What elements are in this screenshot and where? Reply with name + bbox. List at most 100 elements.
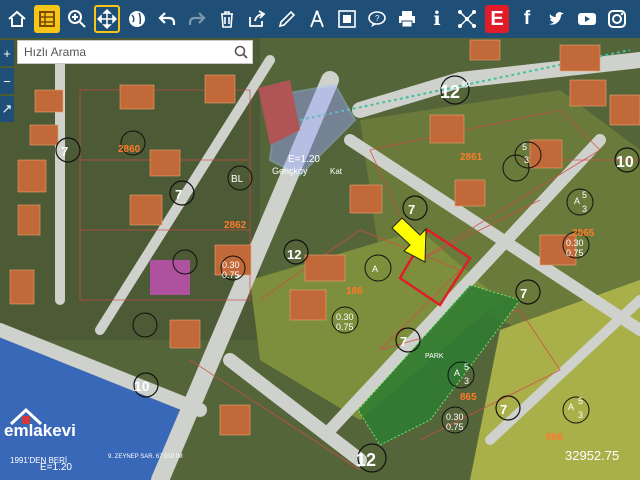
fullscreen-icon	[338, 10, 356, 28]
share-icon	[249, 10, 266, 27]
redo-button[interactable]	[182, 2, 212, 36]
zoning-five-1: 5	[522, 142, 527, 152]
layers-grid-icon	[39, 11, 55, 27]
road-name-label: 9. ZEYNEP SAR. 67.010 İM	[108, 454, 183, 460]
info-button[interactable]: i	[422, 2, 452, 36]
zoning-five-4: 5	[582, 190, 587, 200]
kat-label: Kat	[330, 167, 343, 176]
quick-search-box	[17, 40, 253, 64]
genckoy-label: Gençköy	[272, 166, 308, 176]
zoning-ratio-b-2: 0.75	[336, 322, 354, 332]
network-icon	[458, 10, 476, 28]
zoning-five-3: 5	[464, 362, 469, 372]
road-label-suffix: 00	[462, 81, 470, 88]
coordinate-readout: 32952.75	[565, 448, 620, 463]
e-devlet-button[interactable]: E	[485, 5, 509, 33]
road-label-7-b: 7	[520, 286, 527, 301]
zoom-in-icon	[68, 10, 86, 28]
road-label-10-left: 10	[134, 378, 150, 394]
road-label-12-mid: 12	[287, 247, 301, 262]
instagram-button[interactable]	[602, 2, 632, 36]
zoning-ratio-b-1: 0.75	[566, 248, 584, 258]
parcel-label-2860: 2860	[118, 144, 141, 155]
redo-icon	[188, 12, 206, 25]
home-button[interactable]	[2, 2, 32, 36]
parcel-label-865: 865	[460, 392, 477, 403]
road-label-7-e: 7	[175, 187, 182, 202]
info-icon: i	[433, 8, 441, 30]
parcel-label-866: 866	[546, 432, 563, 443]
globe-button[interactable]	[122, 2, 152, 36]
parcel-label-186: 186	[346, 286, 363, 297]
park-label: PARK	[425, 353, 444, 360]
zoning-bl: BL	[231, 174, 244, 185]
zoning-ratio-a-1: 0.30	[566, 238, 584, 248]
zoning-three-2: 3	[578, 410, 583, 420]
parcel-label-2861: 2861	[460, 152, 483, 163]
youtube-icon	[578, 13, 596, 25]
facebook-icon: f	[523, 8, 531, 29]
e-devlet-icon: E	[490, 7, 504, 30]
compass-measure-icon	[310, 10, 324, 28]
toolbar: ? i E f	[0, 0, 640, 38]
zoning-a-2: A	[568, 402, 574, 412]
comment-icon: ?	[368, 11, 386, 27]
parcel-label-2862: 2862	[224, 220, 247, 231]
facebook-button[interactable]: f	[512, 2, 542, 36]
svg-text:?: ?	[375, 14, 380, 23]
quick-search-input[interactable]	[18, 44, 230, 60]
youtube-button[interactable]	[572, 2, 602, 36]
undo-icon	[158, 12, 176, 25]
trash-icon	[221, 11, 233, 28]
pencil-icon	[278, 10, 296, 28]
measure-button[interactable]	[302, 2, 332, 36]
zoning-ratio-a-2: 0.30	[336, 312, 354, 322]
zoning-a-1: A	[372, 264, 378, 274]
zoom-in-side-button[interactable]: +	[0, 40, 14, 66]
zoning-e-ratio: E=1.20	[288, 154, 320, 165]
layers-button[interactable]	[34, 5, 60, 33]
brand-logo: emlakevi 1991'DEN BERİ	[0, 406, 120, 468]
search-icon[interactable]	[230, 45, 252, 59]
comment-button[interactable]: ?	[362, 2, 392, 36]
road-label-7-f: 7	[61, 144, 68, 159]
zoning-five-2: 5	[578, 396, 583, 406]
road-label-10-right: 10	[616, 154, 634, 171]
twitter-button[interactable]	[542, 2, 572, 36]
zoning-three-4: 3	[582, 204, 587, 214]
logo-brand-text: emlakevi	[4, 421, 76, 440]
instagram-icon	[608, 10, 626, 28]
parcel-label-2865: 2865	[572, 228, 595, 239]
zoning-three-3: 3	[464, 376, 469, 386]
zoning-a-4: A	[574, 196, 580, 206]
pan-move-icon	[97, 9, 117, 29]
delete-button[interactable]	[212, 2, 242, 36]
fullscreen-button[interactable]	[332, 2, 362, 36]
logo-since-text: 1991'DEN BERİ	[10, 456, 68, 465]
zoning-ratio-a-4: 0.30	[222, 260, 240, 270]
home-icon	[8, 10, 26, 27]
pan-button[interactable]	[94, 5, 120, 33]
network-button[interactable]	[452, 2, 482, 36]
print-icon	[399, 11, 415, 28]
twitter-icon	[549, 12, 564, 25]
undo-button[interactable]	[152, 2, 182, 36]
zoning-ratio-a-3: 0.30	[446, 412, 464, 422]
zoning-a-3: A	[454, 368, 460, 378]
zoning-ratio-b-3: 0.75	[446, 422, 464, 432]
map-side-controls: + − ↗	[0, 40, 14, 124]
road-label-12-bottom: 12	[356, 450, 376, 470]
zoom-in-button[interactable]	[62, 2, 92, 36]
expand-side-button[interactable]: ↗	[0, 96, 14, 122]
road-label-7-a: 7	[408, 202, 415, 217]
zoning-three-1: 3	[524, 155, 529, 165]
zoom-out-side-button[interactable]: −	[0, 68, 14, 94]
road-label-7-d: 7	[500, 402, 507, 417]
road-label-12-top: 12	[440, 82, 460, 102]
print-button[interactable]	[392, 2, 422, 36]
globe-icon	[129, 11, 145, 27]
zoning-ratio-b-4: 0.75	[222, 270, 240, 280]
draw-button[interactable]	[272, 2, 302, 36]
share-button[interactable]	[242, 2, 272, 36]
road-label-7-c: 7	[400, 334, 407, 349]
